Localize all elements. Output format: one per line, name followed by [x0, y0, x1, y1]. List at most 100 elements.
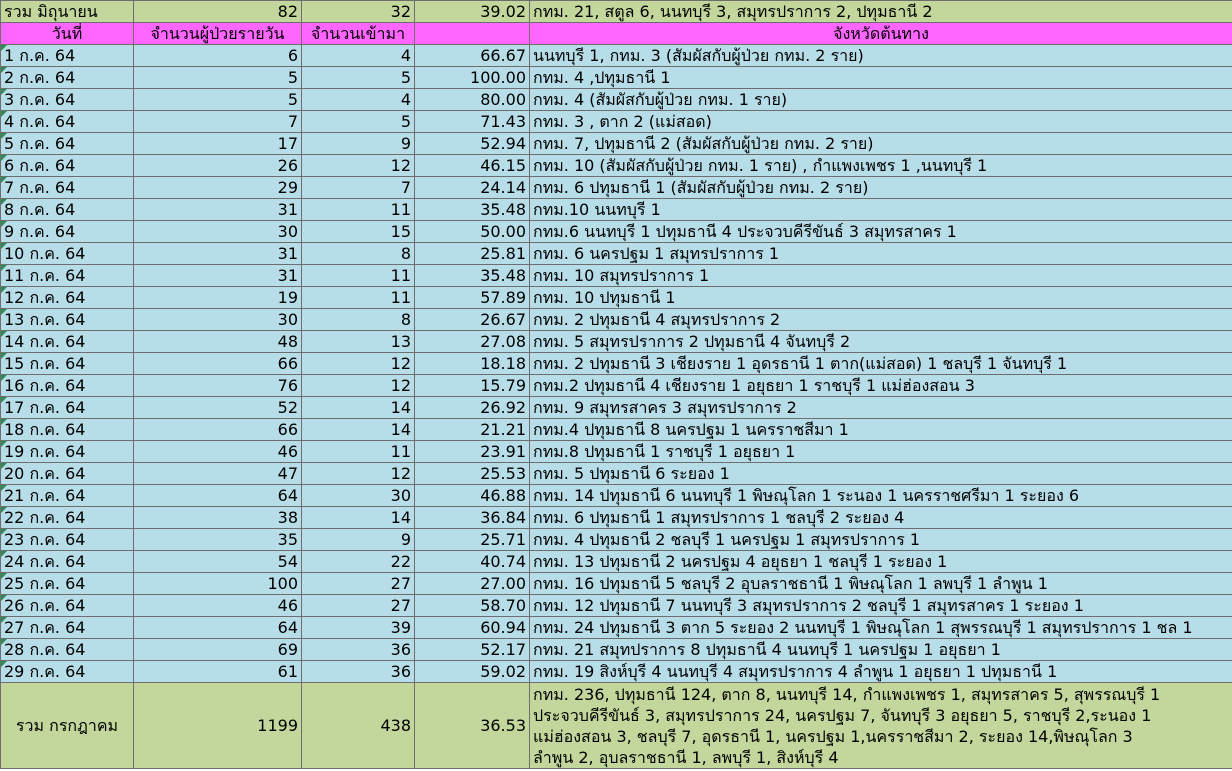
percent-cell[interactable]: 25.71	[414, 528, 530, 551]
inbound-cell[interactable]: 15	[301, 220, 415, 243]
inbound-cell[interactable]: 4	[301, 88, 415, 111]
percent-cell[interactable]: 80.00	[414, 88, 530, 111]
july-total-percent[interactable]: 36.53	[414, 682, 530, 769]
inbound-cell[interactable]: 9	[301, 528, 415, 551]
date-cell[interactable]: 28 ก.ค. 64	[0, 638, 134, 661]
inbound-cell[interactable]: 5	[301, 66, 415, 89]
inbound-cell[interactable]: 12	[301, 154, 415, 177]
daily-cases-cell[interactable]: 31	[133, 264, 302, 287]
inbound-cell[interactable]: 27	[301, 572, 415, 595]
percent-cell[interactable]: 36.84	[414, 506, 530, 529]
daily-cases-cell[interactable]: 64	[133, 484, 302, 507]
date-cell[interactable]: 19 ก.ค. 64	[0, 440, 134, 463]
header-percent[interactable]	[414, 22, 530, 45]
percent-cell[interactable]: 66.67	[414, 44, 530, 67]
inbound-cell[interactable]: 11	[301, 440, 415, 463]
daily-cases-cell[interactable]: 66	[133, 418, 302, 441]
daily-cases-cell[interactable]: 35	[133, 528, 302, 551]
daily-cases-cell[interactable]: 52	[133, 396, 302, 419]
date-cell[interactable]: 6 ก.ค. 64	[0, 154, 134, 177]
inbound-cell[interactable]: 14	[301, 506, 415, 529]
percent-cell[interactable]: 27.00	[414, 572, 530, 595]
percent-cell[interactable]: 24.14	[414, 176, 530, 199]
percent-cell[interactable]: 25.81	[414, 242, 530, 265]
date-cell[interactable]: 1 ก.ค. 64	[0, 44, 134, 67]
daily-cases-cell[interactable]: 26	[133, 154, 302, 177]
inbound-cell[interactable]: 8	[301, 308, 415, 331]
inbound-cell[interactable]: 14	[301, 396, 415, 419]
daily-cases-cell[interactable]: 100	[133, 572, 302, 595]
daily-cases-cell[interactable]: 30	[133, 308, 302, 331]
provinces-cell[interactable]: นนทบุรี 1, กทม. 3 (สัมผัสกับผู้ป่วย กทม.…	[529, 44, 1232, 67]
percent-cell[interactable]: 35.48	[414, 264, 530, 287]
july-total-label[interactable]: รวม กรกฎาคม	[0, 682, 134, 769]
date-cell[interactable]: 9 ก.ค. 64	[0, 220, 134, 243]
inbound-cell[interactable]: 11	[301, 198, 415, 221]
daily-cases-cell[interactable]: 6	[133, 44, 302, 67]
provinces-cell[interactable]: กทม. 10 ปทุมธานี 1	[529, 286, 1232, 309]
date-cell[interactable]: 22 ก.ค. 64	[0, 506, 134, 529]
inbound-cell[interactable]: 5	[301, 110, 415, 133]
inbound-cell[interactable]: 12	[301, 374, 415, 397]
inbound-cell[interactable]: 12	[301, 462, 415, 485]
date-cell[interactable]: 18 ก.ค. 64	[0, 418, 134, 441]
date-cell[interactable]: 23 ก.ค. 64	[0, 528, 134, 551]
percent-cell[interactable]: 26.67	[414, 308, 530, 331]
date-cell[interactable]: 17 ก.ค. 64	[0, 396, 134, 419]
percent-cell[interactable]: 46.15	[414, 154, 530, 177]
percent-cell[interactable]: 40.74	[414, 550, 530, 573]
percent-cell[interactable]: 15.79	[414, 374, 530, 397]
header-daily[interactable]: จำนวนผู้ป่วยรายวัน	[133, 22, 302, 45]
inbound-cell[interactable]: 30	[301, 484, 415, 507]
inbound-cell[interactable]: 22	[301, 550, 415, 573]
inbound-cell[interactable]: 27	[301, 594, 415, 617]
daily-cases-cell[interactable]: 19	[133, 286, 302, 309]
provinces-cell[interactable]: กทม.4 ปทุมธานี 8 นครปฐม 1 นครราชสีมา 1	[529, 418, 1232, 441]
percent-cell[interactable]: 35.48	[414, 198, 530, 221]
header-inbound[interactable]: จำนวนเข้ามา	[301, 22, 415, 45]
percent-cell[interactable]: 58.70	[414, 594, 530, 617]
provinces-cell[interactable]: กทม. 14 ปทุมธานี 6 นนทบุรี 1 พิษณุโลก 1 …	[529, 484, 1232, 507]
percent-cell[interactable]: 27.08	[414, 330, 530, 353]
inbound-cell[interactable]: 13	[301, 330, 415, 353]
provinces-cell[interactable]: กทม. 21 สมุทปราการ 8 ปทุมธานี 4 นนทบุรี …	[529, 638, 1232, 661]
provinces-cell[interactable]: กทม. 6 นครปฐม 1 สมุทรปราการ 1	[529, 242, 1232, 265]
date-cell[interactable]: 27 ก.ค. 64	[0, 616, 134, 639]
july-total-provinces[interactable]: กทม. 236, ปทุมธานี 124, ตาก 8, นนทบุรี 1…	[529, 682, 1232, 769]
daily-cases-cell[interactable]: 64	[133, 616, 302, 639]
header-date[interactable]: วันที่	[0, 22, 134, 45]
daily-cases-cell[interactable]: 61	[133, 660, 302, 683]
date-cell[interactable]: 2 ก.ค. 64	[0, 66, 134, 89]
inbound-cell[interactable]: 14	[301, 418, 415, 441]
provinces-cell[interactable]: กทม.2 ปทุมธานี 4 เชียงราย 1 อยุธยา 1 ราช…	[529, 374, 1232, 397]
inbound-cell[interactable]: 36	[301, 638, 415, 661]
inbound-cell[interactable]: 11	[301, 286, 415, 309]
provinces-cell[interactable]: กทม. 10 สมุทรปราการ 1	[529, 264, 1232, 287]
date-cell[interactable]: 5 ก.ค. 64	[0, 132, 134, 155]
provinces-cell[interactable]: กทม. 24 ปทุมธานี 3 ตาก 5 ระยอง 2 นนทบุรี…	[529, 616, 1232, 639]
percent-cell[interactable]: 18.18	[414, 352, 530, 375]
percent-cell[interactable]: 50.00	[414, 220, 530, 243]
provinces-cell[interactable]: กทม. 5 ปทุมธานี 6 ระยอง 1	[529, 462, 1232, 485]
date-cell[interactable]: 12 ก.ค. 64	[0, 286, 134, 309]
june-total-label[interactable]: รวม มิถุนายน	[0, 0, 134, 23]
date-cell[interactable]: 8 ก.ค. 64	[0, 198, 134, 221]
provinces-cell[interactable]: กทม. 5 สมุทรปราการ 2 ปทุมธานี 4 จันทบุรี…	[529, 330, 1232, 353]
provinces-cell[interactable]: กทม. 4 ,ปทุมธานี 1	[529, 66, 1232, 89]
date-cell[interactable]: 10 ก.ค. 64	[0, 242, 134, 265]
daily-cases-cell[interactable]: 7	[133, 110, 302, 133]
percent-cell[interactable]: 23.91	[414, 440, 530, 463]
daily-cases-cell[interactable]: 31	[133, 242, 302, 265]
inbound-cell[interactable]: 9	[301, 132, 415, 155]
date-cell[interactable]: 29 ก.ค. 64	[0, 660, 134, 683]
daily-cases-cell[interactable]: 31	[133, 198, 302, 221]
percent-cell[interactable]: 52.17	[414, 638, 530, 661]
percent-cell[interactable]: 25.53	[414, 462, 530, 485]
provinces-cell[interactable]: กทม. 7, ปทุมธานี 2 (สัมผัสกับผู้ป่วย กทม…	[529, 132, 1232, 155]
daily-cases-cell[interactable]: 54	[133, 550, 302, 573]
percent-cell[interactable]: 46.88	[414, 484, 530, 507]
date-cell[interactable]: 24 ก.ค. 64	[0, 550, 134, 573]
date-cell[interactable]: 14 ก.ค. 64	[0, 330, 134, 353]
june-total-daily[interactable]: 82	[133, 0, 302, 23]
june-total-percent[interactable]: 39.02	[414, 0, 530, 23]
